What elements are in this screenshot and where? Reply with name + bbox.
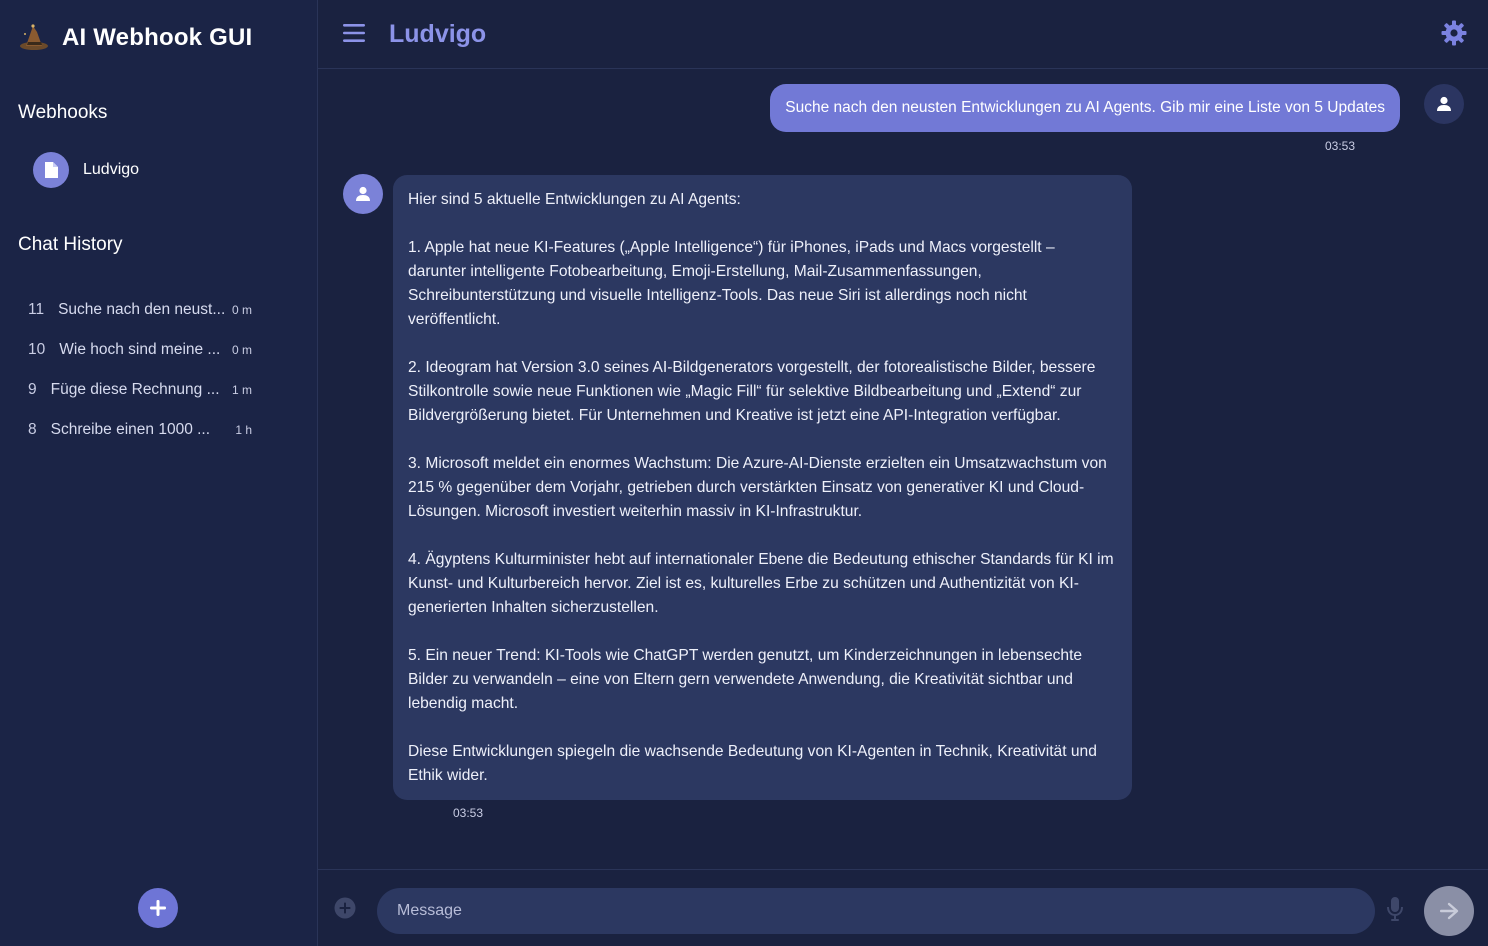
history-item[interactable]: 11 Suche nach den neust... 0 m [0, 290, 318, 330]
assistant-message-paragraph: 4. Ägyptens Kulturminister hebt auf inte… [408, 551, 1114, 616]
arrow-right-icon [1440, 902, 1459, 920]
assistant-message-paragraph: 5. Ein neuer Trend: KI-Tools wie ChatGPT… [408, 647, 1083, 712]
new-chat-button[interactable] [138, 888, 178, 928]
hamburger-menu-icon[interactable] [342, 22, 366, 44]
history-item-number: 10 [28, 341, 46, 358]
history-item-number: 8 [28, 421, 37, 438]
chat-history-heading: Chat History [18, 234, 123, 255]
history-item-time: 1 m [231, 383, 252, 397]
send-button[interactable] [1424, 886, 1474, 936]
message-composer [318, 869, 1488, 946]
history-item-time: 0 m [231, 303, 252, 317]
document-icon [33, 152, 69, 188]
chat-header: Ludvigo [318, 0, 1488, 69]
assistant-message-paragraph: 3. Microsoft meldet ein enormes Wachstum… [408, 455, 1107, 520]
chat-history-list: 11 Suche nach den neust... 0 m 10 Wie ho… [0, 290, 318, 450]
gear-icon[interactable] [1440, 19, 1468, 47]
sidebar: AI Webhook GUI Webhooks Ludvigo Chat His… [0, 0, 318, 946]
history-item[interactable]: 9 Füge diese Rechnung ... 1 m [0, 370, 318, 410]
history-item-number: 11 [28, 301, 45, 318]
webhook-label: Ludvigo [83, 161, 140, 178]
plus-icon [150, 900, 166, 916]
user-avatar-icon [1424, 84, 1464, 124]
history-item-text: Schreibe einen 1000 ... [50, 421, 211, 438]
assistant-message-paragraph: Hier sind 5 aktuelle Entwicklungen zu AI… [408, 191, 741, 208]
app-title: AI Webhook GUI [62, 24, 253, 51]
assistant-avatar-icon [343, 174, 383, 214]
history-item-text: Wie hoch sind meine ... [59, 341, 221, 358]
assistant-message-bubble: Hier sind 5 aktuelle Entwicklungen zu AI… [393, 175, 1132, 800]
microphone-icon[interactable] [1386, 896, 1404, 922]
history-item[interactable]: 10 Wie hoch sind meine ... 0 m [0, 330, 318, 370]
user-message-time: 03:53 [1325, 139, 1356, 153]
history-item-text: Suche nach den neust... [58, 301, 226, 318]
user-message-bubble: Suche nach den neusten Entwicklungen zu … [770, 84, 1400, 132]
wizard-hat-logo-icon [20, 24, 48, 50]
assistant-message-time: 03:53 [453, 806, 484, 820]
chat-title: Ludvigo [389, 20, 487, 48]
history-item-text: Füge diese Rechnung ... [50, 381, 220, 398]
history-item-time: 1 h [235, 423, 252, 437]
history-item-number: 9 [28, 381, 37, 398]
assistant-message-paragraph: Diese Entwicklungen spiegeln die wachsen… [408, 743, 1097, 784]
brand: AI Webhook GUI [18, 18, 252, 58]
app-window: AI Webhook GUI Webhooks Ludvigo Chat His… [0, 0, 1488, 946]
webhook-item-ludvigo[interactable]: Ludvigo [33, 152, 139, 188]
history-item-time: 0 m [231, 343, 252, 357]
plus-circle-icon[interactable] [334, 897, 356, 919]
assistant-message-paragraph: 1. Apple hat neue KI-Features („Apple In… [408, 239, 1055, 328]
chat-main: Ludvigo Suche nach den neusten Entwicklu… [318, 0, 1488, 946]
assistant-message-paragraph: 2. Ideogram hat Version 3.0 seines AI-Bi… [408, 359, 1096, 424]
history-item[interactable]: 8 Schreibe einen 1000 ... 1 h [0, 410, 318, 450]
message-input[interactable] [377, 888, 1375, 934]
webhooks-heading: Webhooks [18, 102, 108, 123]
